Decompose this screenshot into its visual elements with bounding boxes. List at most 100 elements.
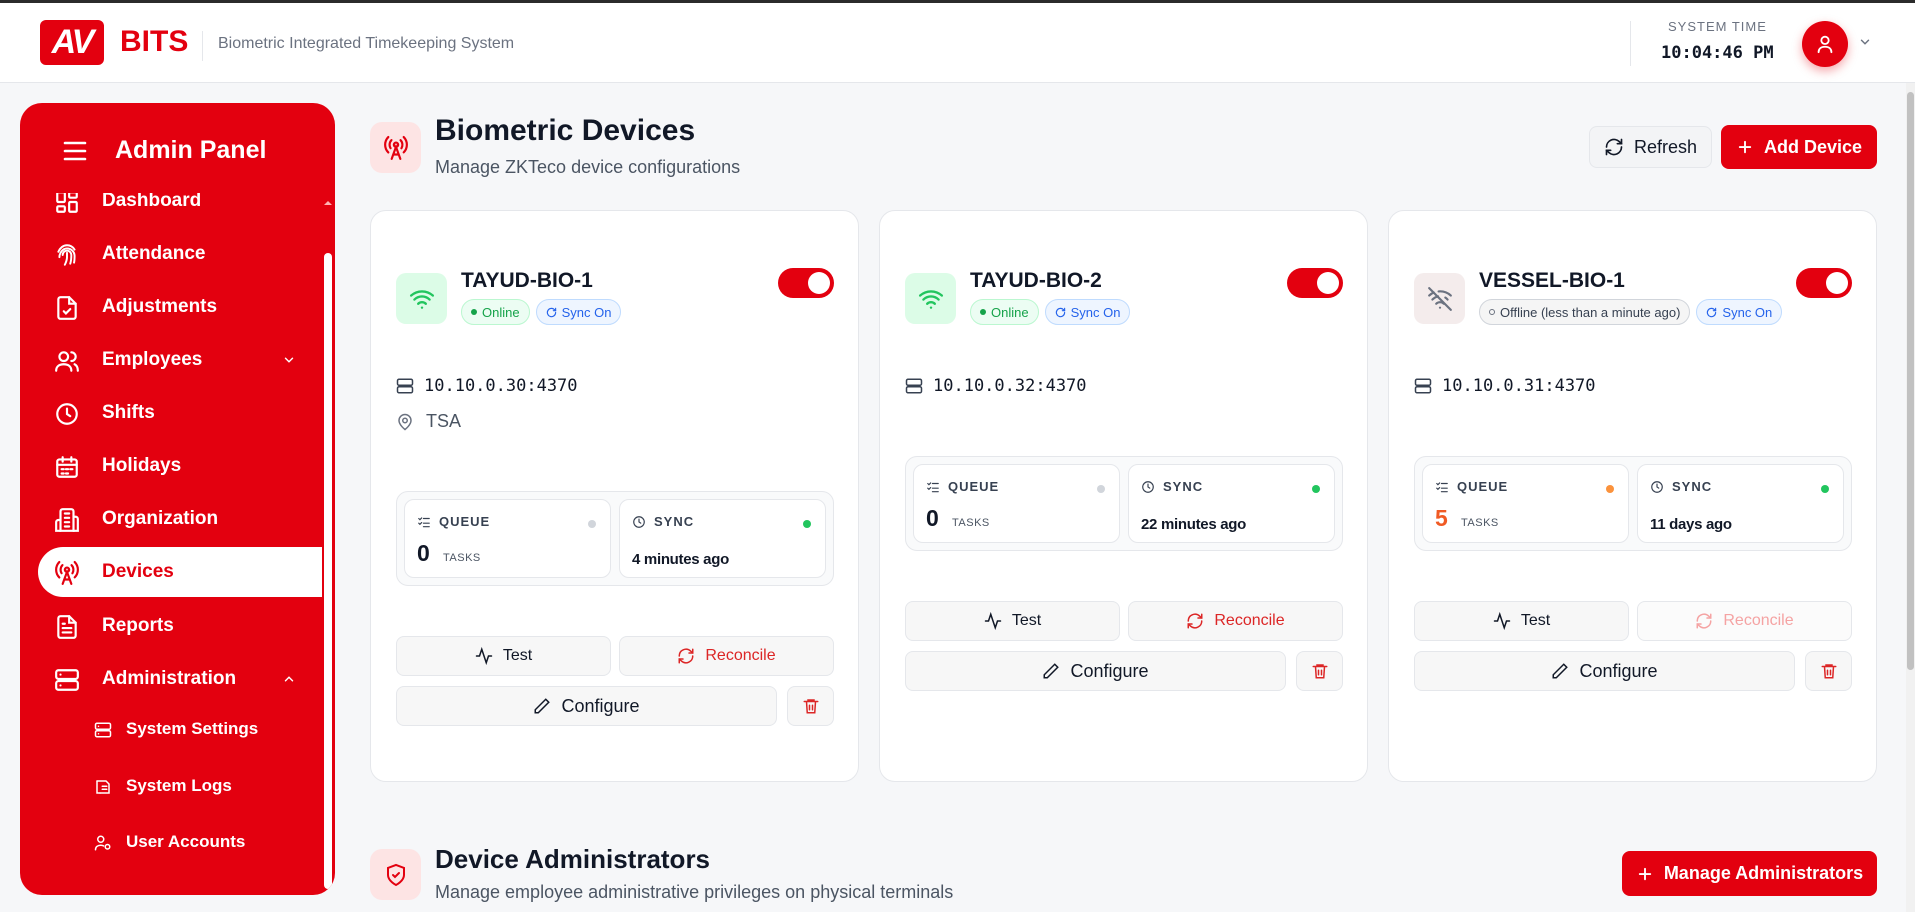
chevron-up-icon [284,676,294,682]
reconcile-button[interactable]: Reconcile [1637,601,1852,641]
trash-icon [1821,664,1836,679]
logo-word[interactable]: BITS [120,25,188,59]
clock-icon [633,515,645,528]
plus-icon [1738,140,1752,154]
page-title: Biometric Devices [435,114,696,147]
sync-label: SYNC [1672,479,1713,494]
sync-icon [1707,307,1717,317]
status-dot [980,309,986,315]
sidebar-item-organization[interactable]: Organization [38,494,320,544]
page-scrollbar-thumb[interactable] [1907,92,1914,670]
list-check-icon [927,481,939,492]
scroll-up-arrow-icon[interactable] [322,197,334,209]
sync-stat: SYNC 22 minutes ago [1128,464,1335,543]
queue-count: 0 [417,540,430,566]
pencil-icon [534,698,551,714]
users-icon [55,351,79,372]
sidebar-subitem-label: User Accounts [126,832,246,851]
sync-icon [546,307,556,317]
sidebar-item-adjustments[interactable]: Adjustments [38,282,320,332]
user-avatar-button[interactable] [1802,21,1848,67]
status-label: Online [482,304,520,320]
device-status-icon [396,273,447,324]
map-pin-icon [398,413,412,430]
delete-device-button[interactable] [1296,651,1343,691]
refresh-icon [1187,613,1203,629]
wifi-icon [409,289,434,309]
sidebar-item-devices[interactable]: Devices [38,547,322,597]
app-tagline: Biometric Integrated Timekeeping System [218,35,515,52]
sidebar-item-holidays[interactable]: Holidays [38,441,320,491]
sidebar-item-reports[interactable]: Reports [38,601,320,651]
user-icon [1817,35,1833,54]
server-icon [94,722,112,738]
sidebar-item-label: Organization [102,508,219,529]
sidebar-subitem-user-accounts[interactable]: User Accounts [70,822,310,862]
device-enabled-toggle[interactable] [1796,268,1852,298]
queue-indicator [1606,485,1614,493]
system-time-label: SYSTEM TIME [1668,19,1767,34]
device-ip: 10.10.0.30:4370 [424,376,578,396]
building-icon [55,508,79,532]
sidebar-scrollbar-thumb[interactable] [324,253,332,889]
device-card: TAYUD-BIO-1 Online Sync On 10.10.0.30:43… [370,210,859,782]
menu-icon[interactable] [62,139,88,163]
reconcile-label: Reconcile [705,647,776,664]
device-name: VESSEL-BIO-1 [1479,269,1625,292]
test-button[interactable]: Test [1414,601,1629,641]
pencil-icon [1552,663,1569,679]
sidebar-subitem-system-logs[interactable]: System Logs [70,766,310,806]
status-dot [1489,309,1495,315]
device-name: TAYUD-BIO-1 [461,269,593,292]
device-ip: 10.10.0.32:4370 [933,376,1087,396]
activity-icon [984,612,1002,630]
configure-label: Configure [1579,660,1658,681]
reconcile-button[interactable]: Reconcile [619,636,834,676]
configure-label: Configure [561,695,640,716]
file-check-icon [57,296,77,320]
clock-icon [1142,480,1154,493]
sidebar-subitem-system-settings[interactable]: System Settings [70,709,310,749]
queue-stat: QUEUE 0 TASKS [913,464,1120,543]
configure-button[interactable]: Configure [396,686,777,726]
test-button[interactable]: Test [905,601,1120,641]
admin-section-subtitle: Manage employee administrative privilege… [435,882,954,902]
device-actions: Test Reconcile Configure [396,636,834,726]
offline-badge: Offline (less than a minute ago) [1479,299,1691,325]
sync-indicator [803,520,811,528]
refresh-button[interactable]: Refresh [1589,126,1712,168]
last-sync-time: 4 minutes ago [632,551,729,568]
sidebar-item-administration[interactable]: Administration [38,654,320,704]
configure-button[interactable]: Configure [1414,651,1795,691]
delete-device-button[interactable] [1805,651,1852,691]
sidebar-item-employees[interactable]: Employees [38,335,320,385]
device-enabled-toggle[interactable] [1287,268,1343,298]
manage-administrators-button[interactable]: Manage Administrators [1622,851,1877,896]
sync-stat: SYNC 4 minutes ago [619,499,826,578]
device-badges: Online Sync On [461,299,622,325]
sync-icon [1055,307,1065,317]
logs-icon [96,780,110,794]
sidebar-item-shifts[interactable]: Shifts [38,388,320,438]
test-button[interactable]: Test [396,636,611,676]
reconcile-label: Reconcile [1723,612,1794,629]
configure-label: Configure [1070,660,1149,681]
configure-button[interactable]: Configure [905,651,1286,691]
sidebar-item-dashboard[interactable]: Dashboard [38,193,320,226]
device-enabled-toggle[interactable] [778,268,834,298]
fingerprint-icon [57,244,76,266]
pencil-icon [1043,663,1060,679]
logo-mark[interactable]: AV [40,20,104,65]
status-label: Offline (less than a minute ago) [1500,304,1681,320]
queue-unit: TASKS [1461,517,1499,529]
sidebar-item-attendance[interactable]: Attendance [38,229,320,279]
add-device-button[interactable]: Add Device [1721,125,1877,169]
clock-icon [1651,480,1663,493]
chevron-down-icon[interactable] [1858,35,1872,49]
delete-device-button[interactable] [787,686,834,726]
add-device-label: Add Device [1763,136,1863,157]
device-card: TAYUD-BIO-2 Online Sync On 10.10.0.32:43… [879,210,1368,782]
sidebar-item-label: Administration [102,668,237,689]
device-badges: Online Sync On [970,299,1131,325]
reconcile-button[interactable]: Reconcile [1128,601,1343,641]
